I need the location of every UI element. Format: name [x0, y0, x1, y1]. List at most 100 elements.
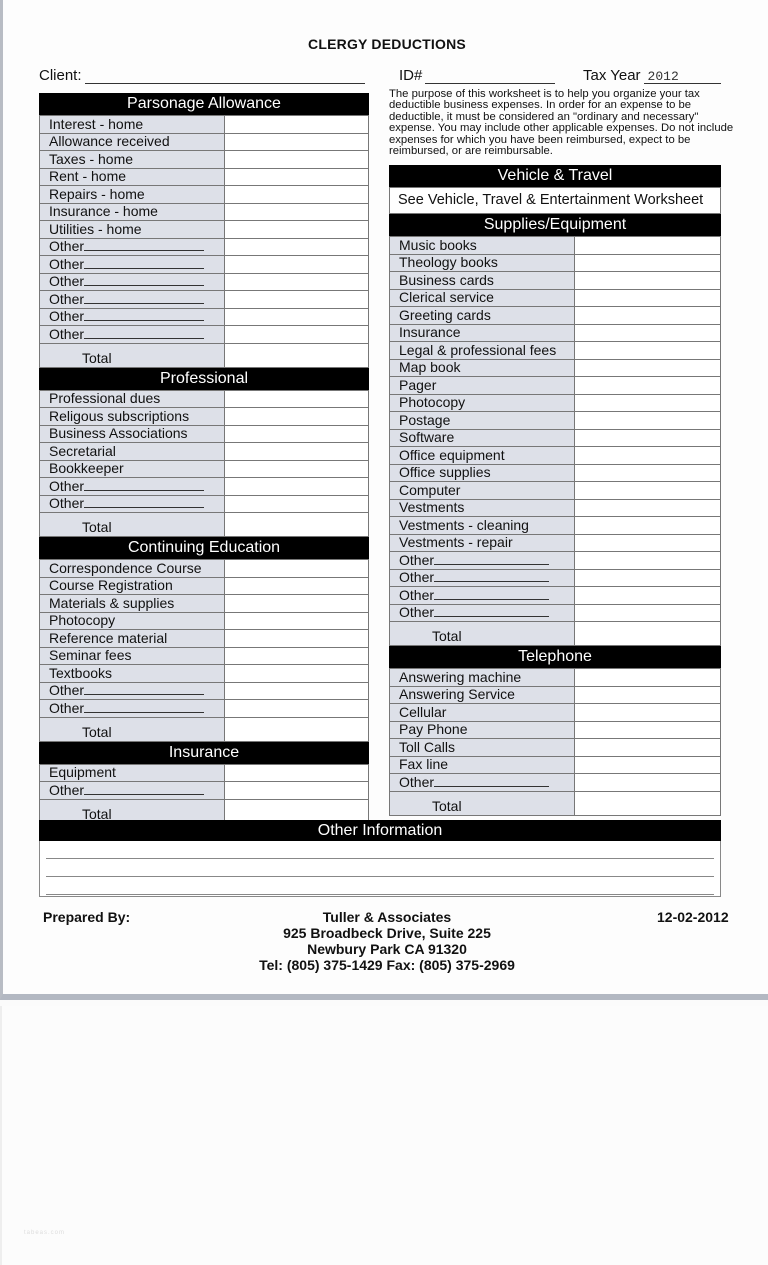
other-description-input[interactable]	[434, 553, 550, 565]
amount-input[interactable]	[574, 236, 721, 255]
amount-input[interactable]	[224, 664, 369, 683]
other-information-line-2[interactable]	[46, 859, 714, 877]
total-amount-input[interactable]	[574, 621, 721, 646]
row-label-text: Pay Phone	[399, 721, 468, 738]
other-description-input[interactable]	[434, 775, 550, 787]
amount-input[interactable]	[574, 668, 721, 687]
other-description-input[interactable]	[84, 479, 205, 491]
other-information-line-1[interactable]	[46, 841, 714, 859]
table-row: Rent - home	[39, 167, 369, 186]
total-amount-input[interactable]	[224, 342, 369, 368]
other-description-input[interactable]	[434, 570, 550, 583]
client-input[interactable]	[84, 69, 365, 84]
tax-year-input[interactable]: 2012	[643, 69, 721, 84]
amount-input[interactable]	[224, 424, 369, 443]
amount-input[interactable]	[224, 681, 369, 700]
amount-input[interactable]	[224, 272, 369, 291]
other-description-input[interactable]	[84, 309, 205, 322]
amount-input[interactable]	[224, 307, 369, 326]
amount-input[interactable]	[574, 703, 721, 722]
amount-input[interactable]	[224, 594, 369, 613]
total-amount-input[interactable]	[224, 512, 369, 537]
amount-input[interactable]	[224, 459, 369, 478]
other-description-input[interactable]	[84, 274, 205, 287]
table-row: Other	[39, 290, 369, 309]
amount-input[interactable]	[574, 568, 721, 587]
amount-input[interactable]	[574, 498, 721, 517]
id-input[interactable]	[425, 69, 556, 84]
amount-input[interactable]	[574, 323, 721, 342]
amount-input[interactable]	[224, 132, 369, 151]
amount-input[interactable]	[574, 428, 721, 447]
amount-input[interactable]	[224, 185, 369, 204]
amount-input[interactable]	[574, 253, 721, 272]
amount-input[interactable]	[574, 551, 721, 570]
other-description-input[interactable]	[84, 683, 205, 696]
amount-input[interactable]	[224, 150, 369, 169]
section-header-professional: Professional	[39, 367, 369, 390]
amount-input[interactable]	[224, 167, 369, 186]
other-description-input[interactable]	[84, 701, 205, 713]
amount-input[interactable]	[574, 411, 721, 430]
total-amount-input[interactable]	[574, 790, 721, 816]
amount-input[interactable]	[224, 629, 369, 648]
amount-input[interactable]	[224, 477, 369, 496]
amount-input[interactable]	[224, 202, 369, 221]
amount-input[interactable]	[574, 341, 721, 360]
amount-input[interactable]	[574, 516, 721, 535]
amount-input[interactable]	[574, 773, 721, 792]
amount-input[interactable]	[224, 559, 369, 578]
row-label-text: Answering machine	[399, 668, 522, 685]
amount-input[interactable]	[574, 481, 721, 500]
amount-input[interactable]	[574, 738, 721, 757]
amount-input[interactable]	[574, 446, 721, 465]
amount-input[interactable]	[224, 611, 369, 630]
amount-input[interactable]	[574, 603, 721, 622]
amount-input[interactable]	[224, 494, 369, 513]
other-description-input[interactable]	[84, 239, 205, 252]
amount-input[interactable]	[574, 685, 721, 704]
amount-input[interactable]	[574, 306, 721, 325]
row-label-text: Professional dues	[49, 390, 161, 407]
amount-input[interactable]	[224, 325, 369, 344]
amount-input[interactable]	[224, 407, 369, 426]
amount-input[interactable]	[574, 376, 721, 395]
row-label: Course Registration	[39, 576, 225, 595]
table-row: Professional dues	[39, 389, 369, 408]
amount-input[interactable]	[574, 755, 721, 774]
amount-input[interactable]	[574, 720, 721, 739]
amount-input[interactable]	[224, 290, 369, 309]
amount-input[interactable]	[574, 463, 721, 482]
amount-input[interactable]	[574, 393, 721, 412]
amount-input[interactable]	[574, 358, 721, 377]
other-description-input[interactable]	[84, 327, 205, 339]
amount-input[interactable]	[224, 699, 369, 718]
amount-input[interactable]	[224, 389, 369, 408]
section-header-parsonage-allowance: Parsonage Allowance	[39, 93, 369, 115]
other-description-input[interactable]	[84, 292, 205, 304]
other-information-line-3[interactable]	[46, 877, 714, 895]
other-description-input[interactable]	[434, 588, 550, 600]
amount-input[interactable]	[574, 271, 721, 290]
total-amount-input[interactable]	[224, 716, 369, 742]
amount-input[interactable]	[224, 646, 369, 665]
amount-input[interactable]	[224, 255, 369, 274]
amount-input[interactable]	[574, 586, 721, 605]
amount-input[interactable]	[224, 220, 369, 239]
other-description-input[interactable]	[434, 605, 550, 618]
amount-input[interactable]	[224, 237, 369, 256]
other-description-input[interactable]	[84, 257, 205, 269]
amount-input[interactable]	[574, 533, 721, 552]
amount-input[interactable]	[224, 442, 369, 461]
row-label-text: Business cards	[399, 271, 494, 288]
other-description-input[interactable]	[84, 783, 205, 795]
amount-input[interactable]	[574, 288, 721, 307]
row-label: Pager	[389, 376, 575, 395]
amount-input[interactable]	[224, 576, 369, 595]
amount-input[interactable]	[224, 115, 369, 134]
amount-input[interactable]	[224, 781, 369, 800]
amount-input[interactable]	[224, 763, 369, 782]
other-description-input[interactable]	[84, 496, 205, 509]
table-row: Interest - home	[39, 115, 369, 134]
row-label-text: Office supplies	[399, 464, 491, 481]
